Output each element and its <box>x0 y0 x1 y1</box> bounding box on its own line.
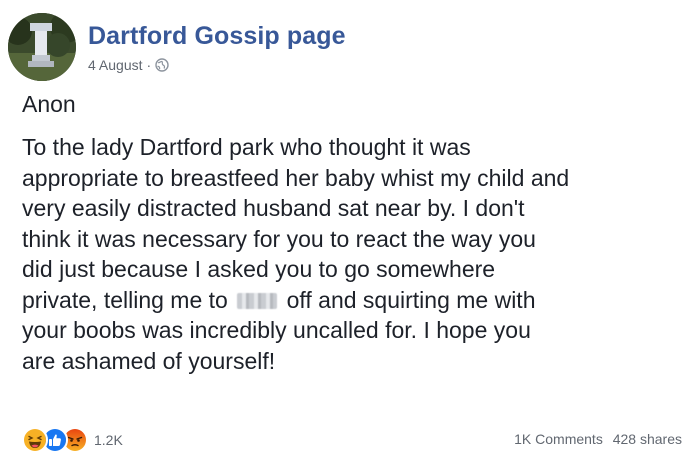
post-text: To the lady Dartford park who thought it… <box>22 132 692 376</box>
post-line: did just because I asked you to go somew… <box>22 256 496 282</box>
meta-separator: · <box>146 57 152 73</box>
page-name-link[interactable]: Dartford Gossip page <box>88 22 346 51</box>
post-author: Anon <box>22 91 76 117</box>
post-meta: 4 August · <box>88 57 169 73</box>
post-line: your boobs was incredibly uncalled for. … <box>22 317 531 343</box>
post-line: are ashamed of yourself! <box>22 347 276 374</box>
post-line-part: private, telling me to <box>22 286 228 313</box>
page-avatar[interactable] <box>8 13 76 81</box>
censored-word <box>237 292 278 309</box>
shares-count-link[interactable]: 428 shares <box>613 431 682 447</box>
facebook-post: Dartford Gossip page 4 August · Anon To … <box>0 0 700 464</box>
post-line: very easily distracted husband sat near … <box>22 195 525 221</box>
post-line: appropriate to breastfeed her baby whist… <box>22 164 570 191</box>
comments-count-link[interactable]: 1K Comments <box>514 431 603 447</box>
post-line-censored: private, telling me to off and squirting… <box>22 285 692 316</box>
post-line-part: off and squirting me with <box>286 286 536 313</box>
post-date[interactable]: 4 August <box>88 57 143 73</box>
post-footer: 1.2K 1K Comments 428 shares <box>0 420 700 456</box>
reactions-summary[interactable]: 1.2K <box>22 427 123 453</box>
post-line: To the lady Dartford park who thought it… <box>22 134 471 160</box>
haha-icon <box>22 427 48 453</box>
post-stats: 1K Comments 428 shares <box>514 431 682 447</box>
post-line: think it was necessary for you to react … <box>22 225 536 252</box>
globe-icon <box>155 58 169 72</box>
reaction-count: 1.2K <box>94 432 123 448</box>
